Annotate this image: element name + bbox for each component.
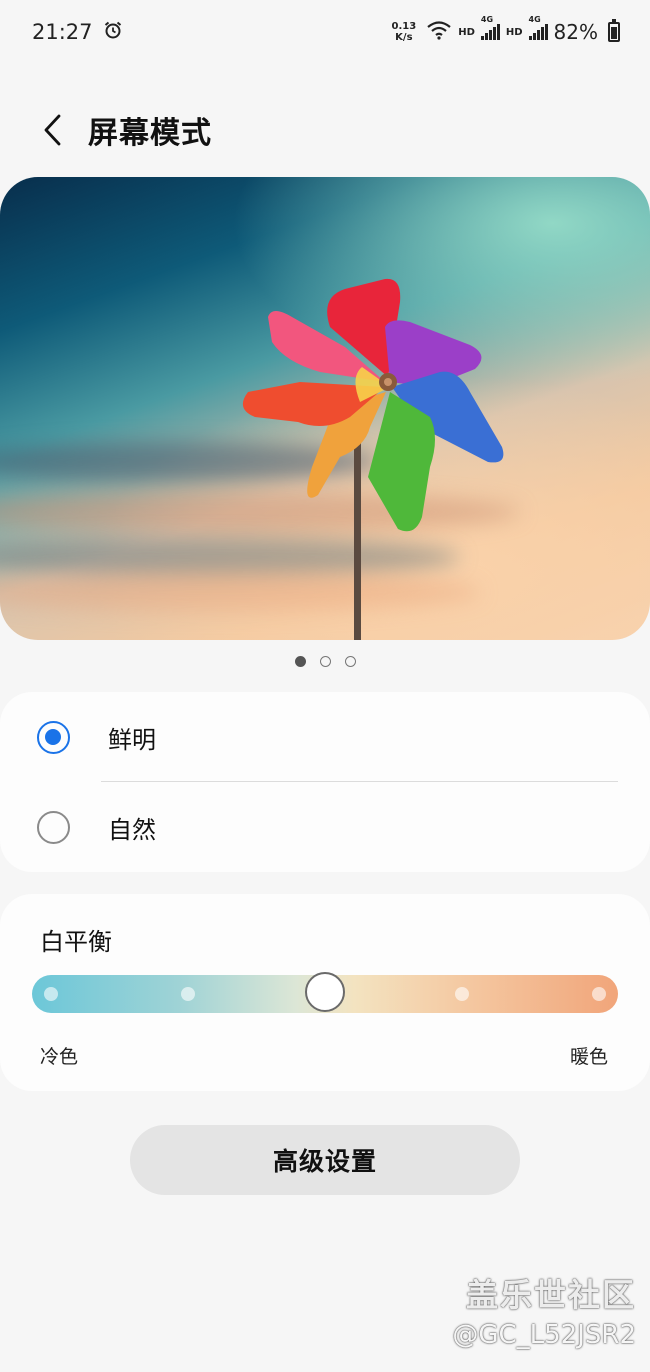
signal-icon-1: 4G: [480, 15, 500, 40]
slider-tick: [455, 987, 469, 1001]
advanced-settings-button[interactable]: 高级设置: [130, 1125, 520, 1195]
status-left: 21:27: [32, 20, 123, 45]
mode-option-vivid[interactable]: 鲜明: [0, 692, 650, 782]
alarm-icon: [103, 20, 123, 45]
hd-badge-2: HD: [505, 26, 523, 38]
battery-level: 82%: [553, 20, 598, 44]
vivid-radio[interactable]: [37, 720, 70, 754]
mode-option-natural[interactable]: 自然: [0, 782, 650, 872]
page-title: 屏幕模式: [88, 116, 212, 151]
preview-image[interactable]: [0, 177, 650, 640]
net-speed-unit: K/s: [395, 32, 413, 43]
cool-label: 冷色: [40, 1046, 79, 1068]
white-balance-title: 白平衡: [40, 928, 112, 956]
white-balance-card: 白平衡 冷色 暖色: [0, 894, 650, 1091]
natural-label: 自然: [108, 815, 156, 844]
chevron-left-icon: [44, 114, 61, 146]
network-type-2: 4G: [528, 15, 541, 24]
warm-label: 暖色: [569, 1046, 608, 1068]
watermark-title: 盖乐世社区: [465, 1276, 636, 1314]
back-button[interactable]: [22, 100, 82, 160]
page-dot[interactable]: [319, 656, 331, 667]
slider-thumb[interactable]: [305, 972, 345, 1012]
network-type-1: 4G: [480, 15, 494, 24]
battery-icon: [608, 19, 620, 42]
wifi-icon: [426, 20, 452, 45]
white-balance-slider[interactable]: [32, 972, 618, 1013]
status-right: 0.13 K/s HD 4G HD 4G 82%: [392, 15, 620, 45]
status-bar: 21:27 0.13 K/s HD 4G HD 4G 82%: [0, 0, 650, 64]
page-indicator: [0, 656, 650, 667]
watermark-user: @GC_L52JSR2: [452, 1320, 636, 1350]
app-bar: 屏幕模式: [0, 100, 650, 160]
pinwheel-illustration: [242, 278, 504, 640]
net-speed-value: 0.13: [391, 21, 417, 32]
page-dot[interactable]: [344, 656, 356, 667]
screen-mode-card: 鲜明 自然: [0, 692, 650, 872]
hd-badge-1: HD: [458, 26, 475, 38]
page-dot[interactable]: [294, 656, 306, 667]
slider-tick: [181, 987, 195, 1001]
vivid-label: 鲜明: [108, 725, 156, 754]
signal-icon-2: 4G: [528, 15, 548, 40]
clock: 21:27: [32, 20, 93, 44]
natural-radio[interactable]: [37, 810, 70, 844]
slider-tick: [592, 987, 606, 1001]
slider-tick: [44, 987, 58, 1001]
network-speed: 0.13 K/s: [392, 21, 417, 43]
